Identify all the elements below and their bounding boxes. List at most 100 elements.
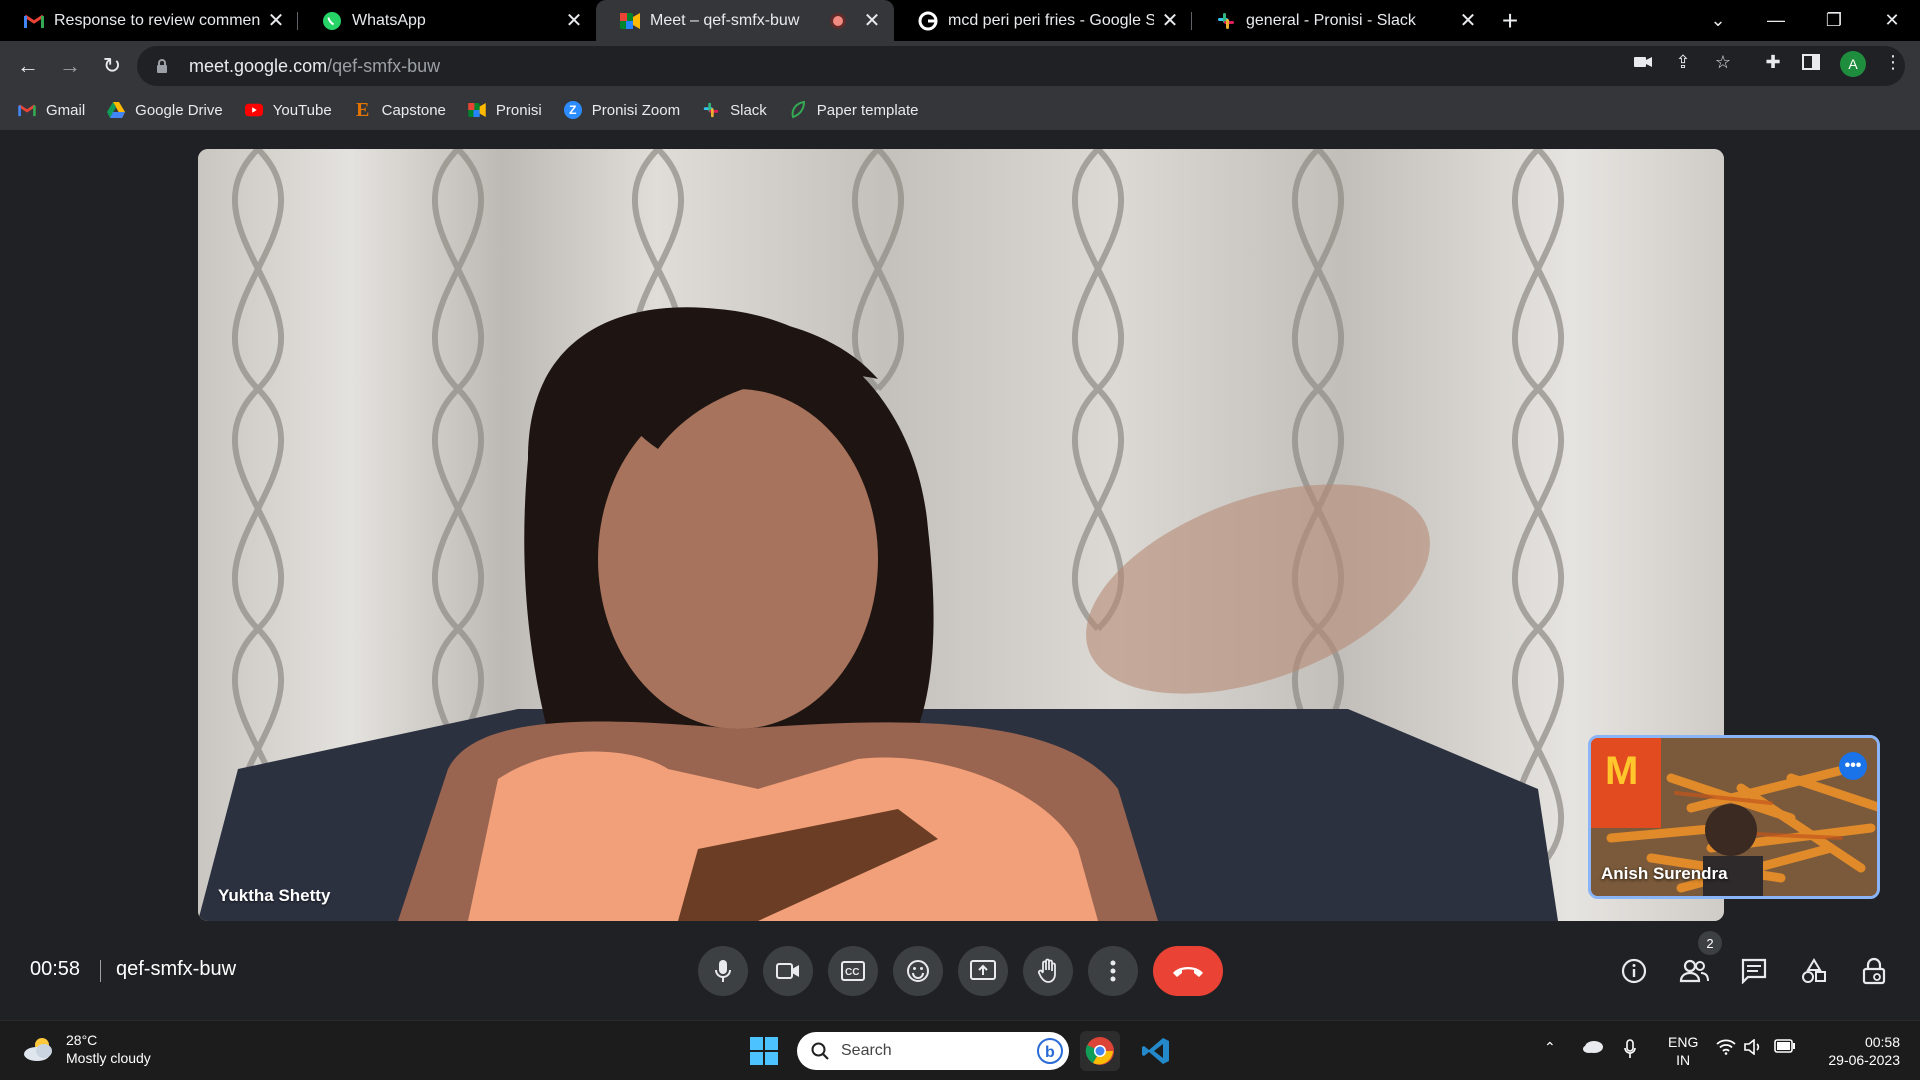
volume-icon[interactable]	[1744, 1039, 1764, 1055]
activities-button[interactable]	[1794, 951, 1834, 991]
tab-google-search[interactable]: mcd peri peri fries - Google Sear ✕	[894, 0, 1192, 41]
meet-control-bar: 00:58 qef-smfx-buw CC 2	[0, 926, 1920, 1020]
extensions-icon[interactable]: ✚	[1762, 51, 1784, 73]
bookmark-pronisi-zoom[interactable]: Z Pronisi Zoom	[563, 101, 680, 119]
recording-icon	[830, 12, 846, 29]
divider	[100, 960, 101, 982]
weather-widget[interactable]: 28°C Mostly cloudy	[22, 1031, 151, 1067]
profile-avatar[interactable]: A	[1840, 51, 1866, 77]
new-tab-button[interactable]: +	[1490, 0, 1530, 41]
bookmark-label: Slack	[730, 101, 767, 119]
raise-hand-button[interactable]	[1023, 946, 1073, 996]
lock-icon	[157, 59, 167, 73]
bookmark-paper-template[interactable]: Paper template	[789, 101, 919, 119]
tab-search-icon[interactable]: ⌄	[1690, 0, 1746, 41]
url-text: meet.google.com/qef-smfx-buw	[189, 55, 441, 76]
gmail-icon	[24, 11, 44, 31]
taskbar-search[interactable]: Search b	[797, 1032, 1069, 1070]
participant-video	[198, 307, 1558, 921]
main-participant-name: Yuktha Shetty	[218, 886, 331, 905]
share-icon[interactable]: ⇪	[1672, 51, 1694, 73]
slack-icon	[1216, 11, 1236, 31]
tab-whatsapp[interactable]: WhatsApp ✕	[298, 0, 596, 41]
close-icon[interactable]: ✕	[564, 11, 584, 31]
people-button[interactable]	[1674, 951, 1714, 991]
svg-text:M: M	[1605, 749, 1638, 793]
leaf-icon	[789, 101, 807, 119]
bookmark-pronisi[interactable]: Pronisi	[468, 101, 542, 119]
tab-title: WhatsApp	[352, 11, 426, 29]
leave-call-button[interactable]	[1153, 946, 1223, 996]
meeting-code: qef-smfx-buw	[116, 958, 237, 980]
bookmark-star-icon[interactable]: ☆	[1712, 51, 1734, 73]
back-button[interactable]: ←	[8, 46, 48, 86]
meeting-time: 00:58	[30, 958, 81, 980]
reload-button[interactable]: ↻	[92, 46, 132, 86]
bookmark-slack[interactable]: Slack	[702, 101, 767, 119]
camera-button[interactable]	[763, 946, 813, 996]
raise-hand-icon	[1037, 958, 1056, 983]
minimize-button[interactable]: —	[1748, 0, 1804, 41]
tab-gmail[interactable]: Response to review comments - ✕	[0, 0, 298, 41]
google-icon	[918, 11, 938, 31]
show-hidden-icons-chevron-icon[interactable]: ⌃	[1544, 1039, 1556, 1056]
windows-logo-icon	[750, 1037, 778, 1065]
bookmark-label: Pronisi	[495, 101, 542, 119]
restore-button[interactable]: ❐	[1806, 0, 1862, 41]
present-button[interactable]	[958, 946, 1008, 996]
region-code: IN	[1676, 1052, 1691, 1068]
svg-text:CC: CC	[845, 967, 859, 978]
search-placeholder: Search	[841, 1042, 892, 1059]
more-vert-icon	[1110, 960, 1116, 982]
microphone-button[interactable]	[698, 946, 748, 996]
self-view-tile[interactable]: M ••• Anish Surendra	[1588, 735, 1880, 899]
side-panel-icon[interactable]	[1800, 51, 1822, 73]
close-icon[interactable]: ✕	[1160, 11, 1180, 31]
bookmark-gmail[interactable]: Gmail	[18, 101, 85, 119]
emoji-icon	[907, 960, 929, 982]
main-video-tile[interactable]: Yuktha Shetty	[198, 149, 1724, 921]
tab-slack[interactable]: general - Pronisi - Slack ✕	[1192, 0, 1490, 41]
language-code: ENG	[1668, 1034, 1699, 1050]
taskbar-chrome[interactable]	[1080, 1031, 1120, 1071]
battery-icon[interactable]	[1774, 1039, 1796, 1053]
close-icon[interactable]: ✕	[1458, 11, 1478, 31]
bookmark-label: Google Drive	[135, 101, 223, 119]
bookmark-capstone[interactable]: E Capstone	[354, 98, 446, 121]
info-icon	[1621, 958, 1647, 984]
more-options-icon[interactable]: •••	[1839, 752, 1867, 780]
slack-icon	[702, 101, 720, 119]
capstone-icon: E	[356, 98, 370, 121]
chat-button[interactable]	[1734, 951, 1774, 991]
wifi-icon[interactable]	[1716, 1039, 1736, 1055]
captions-button[interactable]: CC	[828, 946, 878, 996]
host-controls-button[interactable]	[1854, 951, 1894, 991]
system-clock[interactable]: 00:58 29-06-2023	[1806, 1033, 1900, 1069]
youtube-icon	[244, 101, 263, 119]
camera-in-use-icon[interactable]	[1632, 51, 1654, 73]
reactions-button[interactable]	[893, 946, 943, 996]
microphone-in-use-icon[interactable]	[1624, 1039, 1636, 1059]
browser-toolbar: ← → ↻ meet.google.com/qef-smfx-buw ⇪ ☆ ✚…	[0, 41, 1920, 90]
vscode-icon	[1142, 1038, 1169, 1064]
meeting-details-button[interactable]	[1614, 951, 1654, 991]
tab-meet[interactable]: Meet – qef-smfx-buw ✕	[596, 0, 894, 41]
bookmark-label: Gmail	[46, 101, 86, 119]
menu-kebab-icon[interactable]: ⋮	[1882, 51, 1904, 73]
more-options-button[interactable]	[1088, 946, 1138, 996]
windows-taskbar: 28°C Mostly cloudy Search b ⌃ ENG IN 00:…	[0, 1020, 1920, 1080]
bookmark-youtube[interactable]: YouTube	[244, 101, 332, 119]
forward-button[interactable]: →	[50, 46, 90, 86]
taskbar-vscode[interactable]	[1136, 1031, 1176, 1071]
input-language[interactable]: ENG IN	[1668, 1033, 1698, 1069]
microphone-icon	[715, 960, 731, 982]
close-icon[interactable]: ✕	[266, 11, 286, 31]
close-window-button[interactable]: ✕	[1864, 0, 1920, 41]
bookmark-google-drive[interactable]: Google Drive	[107, 101, 223, 119]
video-camera-icon	[776, 963, 799, 979]
onedrive-cloud-icon[interactable]	[1582, 1039, 1604, 1053]
people-icon	[1679, 959, 1709, 983]
start-button[interactable]	[744, 1031, 784, 1071]
tab-title: Meet – qef-smfx-buw	[650, 11, 800, 29]
close-icon[interactable]: ✕	[862, 11, 882, 31]
